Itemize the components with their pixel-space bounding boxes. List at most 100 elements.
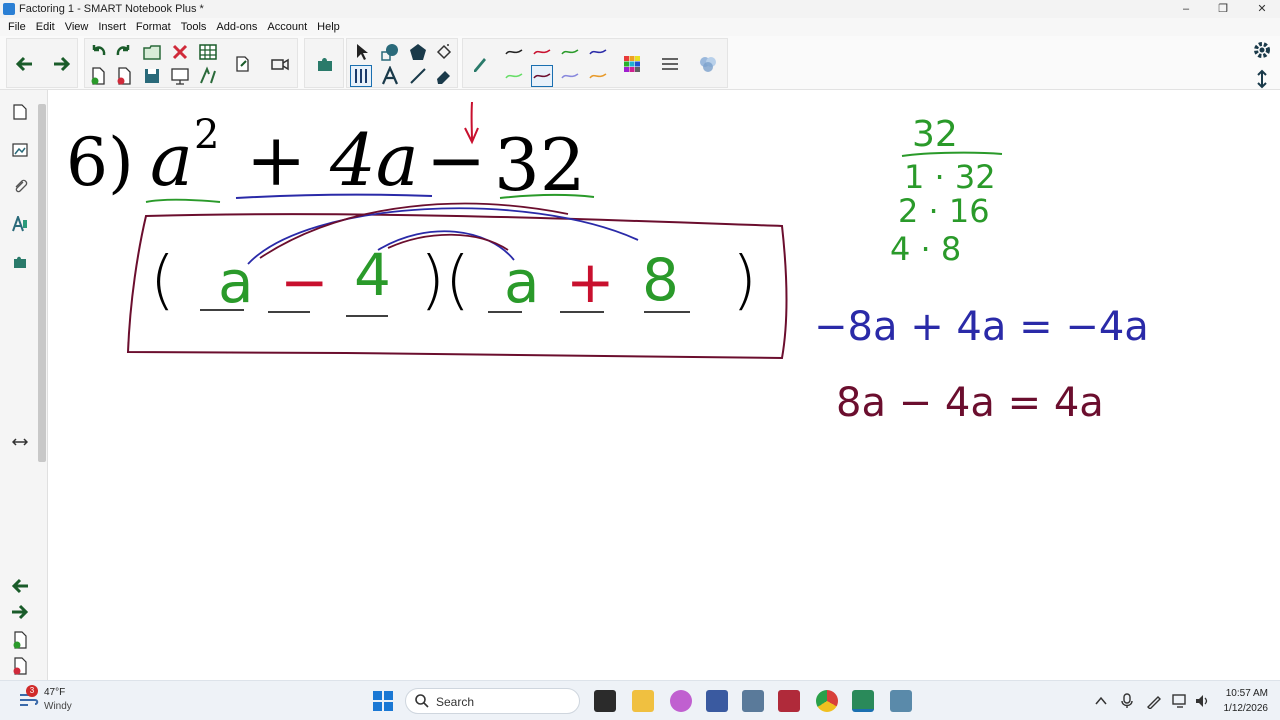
task-view-icon[interactable]: [594, 690, 616, 712]
clock-time: 10:57 AM: [1225, 688, 1268, 699]
menu-addons[interactable]: Add-ons: [216, 21, 257, 33]
volume-icon[interactable]: [1194, 693, 1210, 709]
problem-middle-term: 4a: [329, 118, 419, 202]
add-page-icon[interactable]: [87, 65, 109, 87]
factor-var-1: a: [218, 248, 254, 316]
search-icon: [415, 694, 429, 708]
text-icon[interactable]: [379, 65, 401, 87]
network-icon[interactable]: [1172, 693, 1188, 709]
capture-icon[interactable]: [231, 53, 253, 75]
pen-red-swatch[interactable]: [531, 41, 553, 63]
remote-desktop-icon[interactable]: [742, 690, 764, 712]
edit-group: [84, 38, 298, 88]
addon-group: [304, 38, 344, 88]
delete-page-icon[interactable]: [113, 65, 135, 87]
factor-pair-1: 1 · 32: [904, 158, 996, 196]
toolbar-position-icon[interactable]: [1252, 69, 1272, 89]
maximize-button[interactable]: ❐: [1205, 0, 1241, 18]
title-bar: Factoring 1 - SMART Notebook Plus * ‒ ❐ …: [0, 0, 1280, 18]
back-arrow-icon[interactable]: [13, 53, 35, 75]
window-title: Factoring 1 - SMART Notebook Plus *: [19, 3, 204, 15]
line-style-icon[interactable]: [659, 53, 681, 75]
addons-puzzle-icon[interactable]: [10, 252, 30, 272]
pen-blue-swatch[interactable]: [587, 41, 609, 63]
file-explorer-icon[interactable]: [632, 690, 654, 712]
delete-icon[interactable]: [169, 41, 191, 63]
color-palette-icon[interactable]: [621, 53, 643, 75]
puzzle-icon[interactable]: [314, 53, 336, 75]
gallery-icon[interactable]: [10, 140, 30, 160]
transparency-icon[interactable]: [697, 53, 719, 75]
menu-edit[interactable]: Edit: [36, 21, 55, 33]
minimize-button[interactable]: ‒: [1168, 0, 1204, 18]
taskbar-search[interactable]: Search: [405, 688, 580, 714]
save-icon[interactable]: [141, 65, 163, 87]
next-page-icon[interactable]: [10, 602, 30, 622]
copilot-icon[interactable]: [670, 690, 692, 712]
nav-group: [6, 38, 78, 88]
weather-widget[interactable]: 3 47°F Windy: [18, 685, 72, 714]
open-file-icon[interactable]: [141, 41, 163, 63]
pen-menu-icon[interactable]: [1146, 693, 1162, 709]
close-button[interactable]: ✕: [1244, 0, 1280, 18]
pen-black-swatch[interactable]: [503, 41, 525, 63]
table-icon[interactable]: [197, 41, 219, 63]
pen-maroon-swatch[interactable]: [531, 65, 553, 87]
menu-tools[interactable]: Tools: [181, 21, 207, 33]
shapes-icon[interactable]: [379, 41, 401, 63]
microphone-icon[interactable]: [1120, 693, 1134, 709]
pen-type-icon[interactable]: [469, 53, 491, 75]
menu-account[interactable]: Account: [267, 21, 307, 33]
taskbar: 3 47°F Windy Search 10:57 AM 1/12/2026: [0, 680, 1280, 720]
app-icon: [3, 3, 15, 15]
sidebar-scrollbar[interactable]: [38, 104, 46, 462]
select-pointer-icon[interactable]: [351, 41, 373, 63]
previous-page-icon[interactable]: [10, 576, 30, 596]
pens-icon[interactable]: [350, 65, 372, 87]
menu-help[interactable]: Help: [317, 21, 340, 33]
sidebar: [0, 90, 48, 680]
properties-icon[interactable]: [10, 214, 30, 234]
undo-icon[interactable]: [87, 41, 109, 63]
factor-pair-2: 2 · 16: [898, 192, 990, 230]
pen-lightgreen-swatch[interactable]: [503, 65, 525, 87]
whiteboard-canvas[interactable]: 6) a 2 + 4a − 32 ( a − 4 )( a + 8 ) 32 1…: [48, 90, 1280, 680]
line-icon[interactable]: [407, 65, 429, 87]
pen-green-swatch[interactable]: [559, 41, 581, 63]
factor-op-1: −: [280, 248, 329, 316]
eraser-icon[interactable]: [433, 65, 455, 87]
store-icon[interactable]: [706, 690, 728, 712]
page-sorter-icon[interactable]: [10, 102, 30, 122]
attachments-icon[interactable]: [10, 176, 30, 196]
menu-bar: File Edit View Insert Format Tools Add-o…: [0, 18, 1280, 36]
menu-view[interactable]: View: [65, 21, 89, 33]
delete-page-sidebar-icon[interactable]: [10, 656, 30, 676]
settings-gear-icon[interactable]: [1252, 40, 1272, 60]
video-icon[interactable]: [269, 53, 291, 75]
chevron-up-icon[interactable]: [1094, 694, 1108, 708]
smart-notebook-taskbar-icon[interactable]: [852, 690, 874, 712]
polygon-icon[interactable]: [407, 41, 429, 63]
windows-start-icon[interactable]: [372, 690, 394, 712]
pen-lavender-swatch[interactable]: [559, 65, 581, 87]
add-page-sidebar-icon[interactable]: [10, 630, 30, 650]
problem-exponent: 2: [194, 112, 219, 158]
factor-paren-middle: )(: [420, 244, 470, 318]
fill-icon[interactable]: [433, 41, 455, 63]
measurement-tools-icon[interactable]: [197, 65, 219, 87]
screen-shade-icon[interactable]: [169, 65, 191, 87]
pen-group: [462, 38, 728, 88]
chrome-icon[interactable]: [816, 690, 838, 712]
check-line-2: 8a − 4a = 4a: [836, 380, 1104, 426]
menu-format[interactable]: Format: [136, 21, 171, 33]
sidebar-resize-icon[interactable]: [10, 432, 30, 452]
system-clock[interactable]: 10:57 AM 1/12/2026: [1224, 686, 1269, 716]
forward-arrow-icon[interactable]: [51, 53, 73, 75]
factor-list-header: 32: [912, 114, 958, 155]
pdf-app-icon[interactable]: [778, 690, 800, 712]
redo-icon[interactable]: [113, 41, 135, 63]
smart-tools-icon[interactable]: [890, 690, 912, 712]
pen-orange-swatch[interactable]: [587, 65, 609, 87]
menu-file[interactable]: File: [8, 21, 26, 33]
menu-insert[interactable]: Insert: [98, 21, 126, 33]
